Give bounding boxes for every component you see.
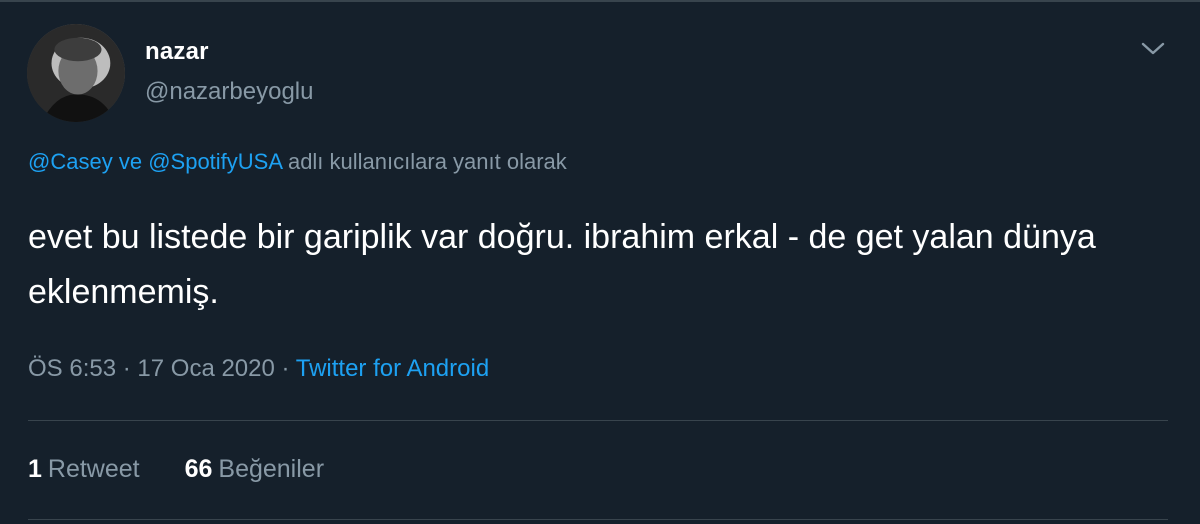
retweets-stat[interactable]: 1 Retweet (28, 455, 140, 484)
retweets-label: Retweet (47, 455, 140, 483)
tweet-stats: 1 Retweet 66 Beğeniler (28, 455, 324, 484)
tweet-metadata: ÖS 6:53 · 17 Oca 2020 · Twitter for Andr… (28, 355, 489, 383)
meta-separator: · (122, 355, 131, 382)
tweet-menu-button[interactable] (1138, 36, 1168, 62)
avatar-photo (27, 24, 125, 122)
replying-to-suffix: adlı kullanıcılara yanıt olarak (287, 149, 567, 174)
author-display-name[interactable]: nazar (145, 38, 209, 66)
divider (28, 519, 1168, 520)
likes-count: 66 (184, 455, 213, 483)
tweet-source-link[interactable]: Twitter for Android (296, 355, 489, 382)
meta-separator: · (281, 355, 290, 382)
tweet-time[interactable]: ÖS 6:53 (28, 355, 116, 382)
tweet-date[interactable]: 17 Oca 2020 (137, 355, 274, 382)
mention-link-spotifyusa[interactable]: @SpotifyUSA (148, 149, 282, 174)
avatar[interactable] (27, 24, 125, 122)
replying-to: @Casey ve @SpotifyUSA adlı kullanıcılara… (28, 149, 567, 175)
likes-label: Beğeniler (218, 455, 325, 483)
author-handle[interactable]: @nazarbeyoglu (145, 78, 313, 106)
tweet-card: nazar @nazarbeyoglu @Casey ve @SpotifyUS… (0, 0, 1200, 524)
tweet-text: evet bu listede bir gariplik var doğru. … (28, 218, 1096, 311)
chevron-down-icon (1141, 42, 1165, 55)
retweets-count: 1 (28, 455, 42, 483)
divider (28, 420, 1168, 421)
top-border (0, 0, 1200, 2)
likes-stat[interactable]: 66 Beğeniler (185, 455, 324, 484)
mention-connector: ve (118, 149, 143, 174)
mention-link-casey[interactable]: @Casey (28, 149, 113, 174)
